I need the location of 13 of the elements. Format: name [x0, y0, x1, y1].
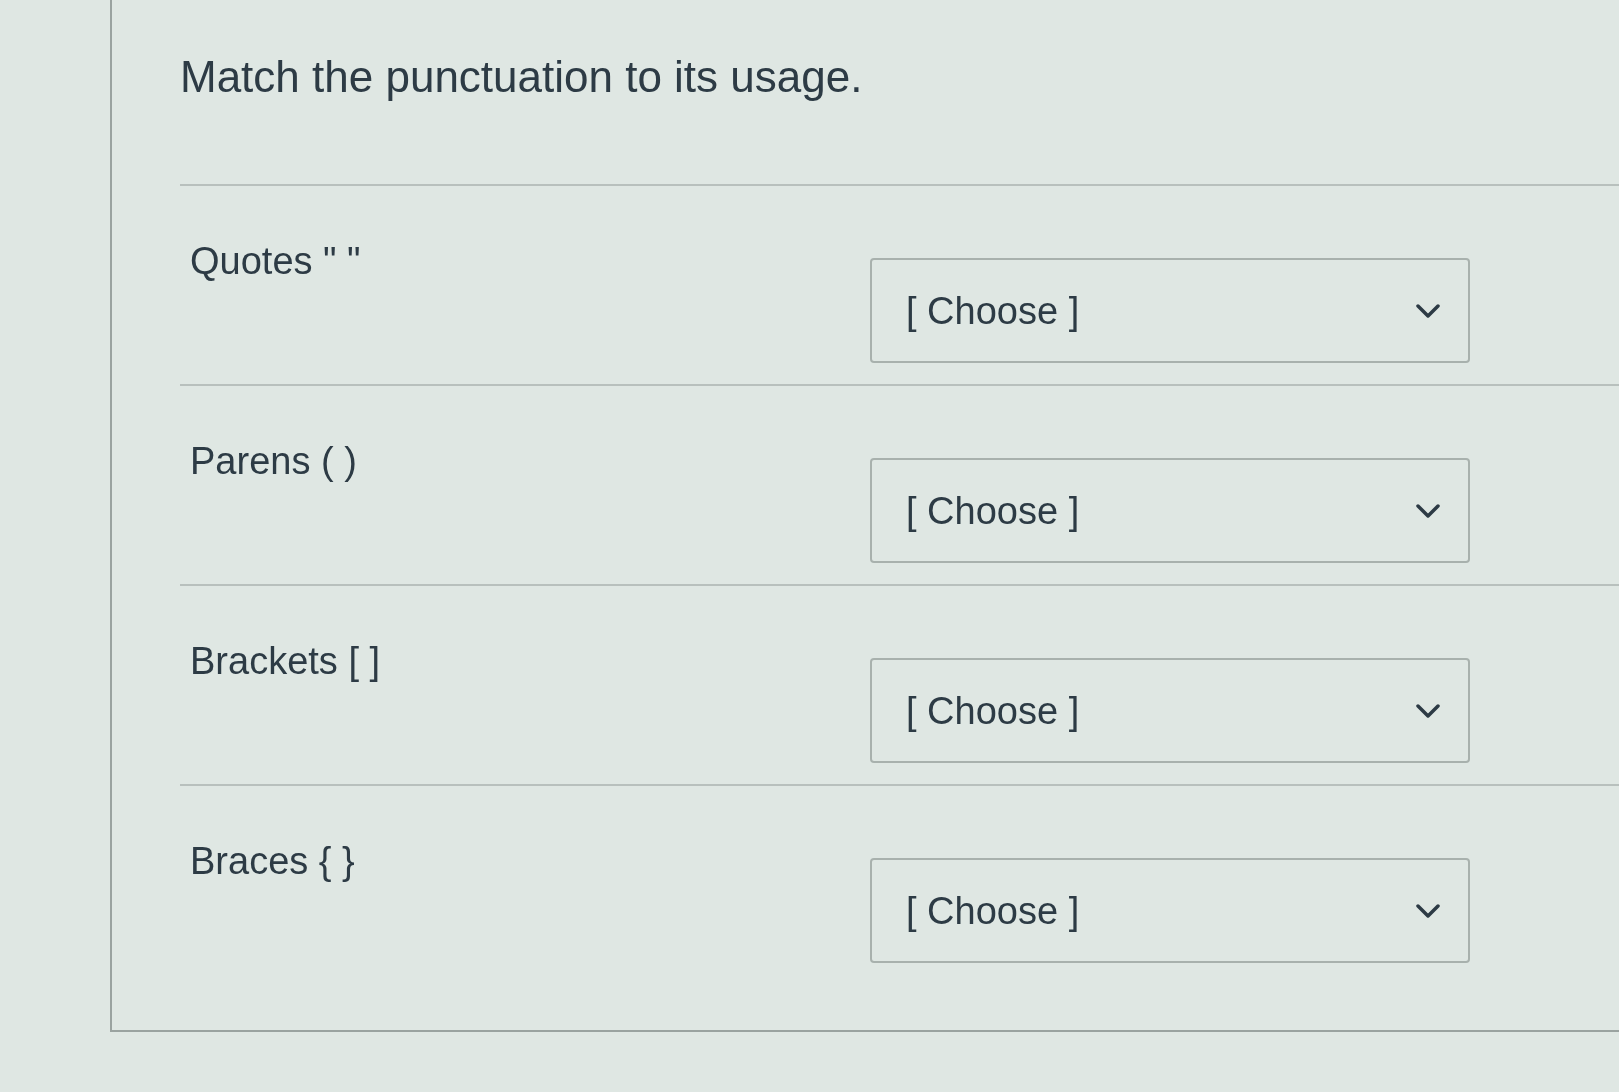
chevron-down-icon: [1416, 703, 1440, 718]
answer-label: Braces { }: [190, 840, 355, 882]
answer-label: Parens ( ): [190, 440, 357, 482]
answer-label: Brackets [ ]: [190, 640, 381, 682]
answer-label: Quotes " ": [190, 240, 361, 282]
question-prompt: Match the punctuation to its usage.: [180, 51, 863, 103]
chevron-down-icon: [1416, 303, 1440, 318]
chevron-down-icon: [1416, 903, 1440, 918]
answer-dropdown[interactable]: [ Choose ]: [870, 658, 1470, 763]
chevron-down-icon: [1416, 503, 1440, 518]
answer-dropdown[interactable]: [ Choose ]: [870, 458, 1470, 563]
answer-dropdown[interactable]: [ Choose ]: [870, 858, 1470, 963]
answer-dropdown[interactable]: [ Choose ]: [870, 258, 1470, 363]
